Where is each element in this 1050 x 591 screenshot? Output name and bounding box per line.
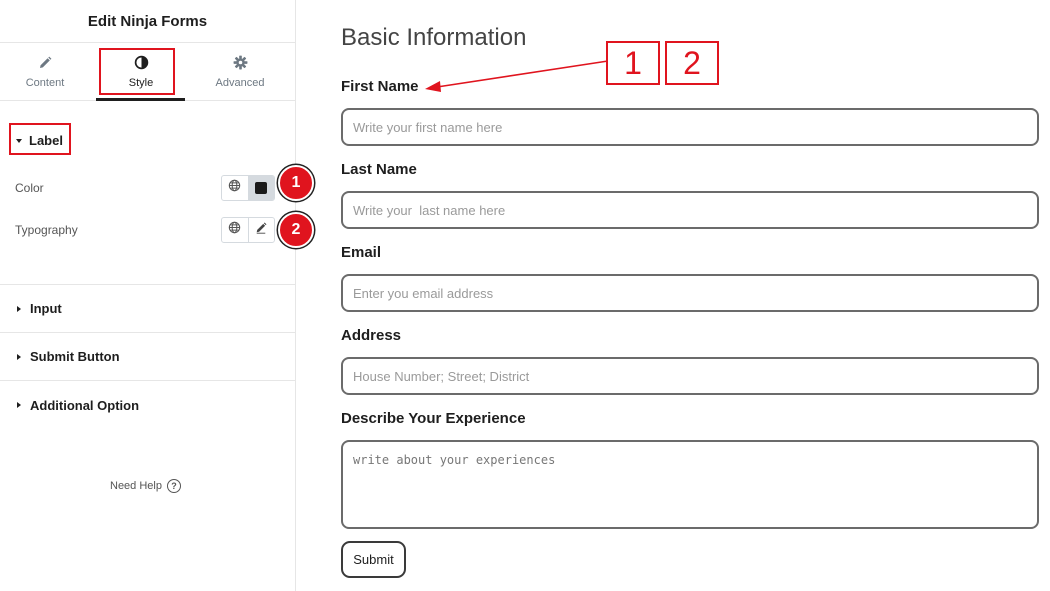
sidebar-title: Edit Ninja Forms — [87, 12, 208, 30]
collapsed-sections: Input Submit Button Additional Option — [0, 285, 295, 429]
pencil-icon — [38, 54, 52, 72]
last-name-input[interactable] — [341, 191, 1039, 229]
label-section-header[interactable]: Label — [16, 133, 63, 148]
globe-icon — [228, 179, 241, 197]
form-title: Basic Information — [341, 24, 527, 51]
caret-right-icon — [17, 402, 21, 408]
email-input[interactable] — [341, 274, 1039, 312]
experience-textarea[interactable] — [341, 440, 1039, 529]
submit-button[interactable]: Submit — [341, 541, 406, 578]
address-label: Address — [341, 327, 402, 344]
tab-content[interactable]: Content — [0, 43, 90, 99]
edit-typography-button[interactable] — [247, 218, 274, 242]
need-help-link[interactable]: Need Help ? — [110, 479, 181, 493]
caret-right-icon — [17, 353, 21, 360]
annotation-box-2: 2 — [665, 41, 719, 85]
typography-control-label: Typography — [15, 223, 78, 237]
section-additional-option[interactable]: Additional Option — [0, 381, 295, 429]
section-input-title: Input — [30, 301, 62, 316]
active-tab-indicator — [96, 98, 185, 101]
last-name-label: Last Name — [341, 161, 417, 178]
section-additional-title: Additional Option — [30, 397, 140, 413]
app-root: Edit Ninja Forms Content Style Advanced — [0, 0, 1050, 591]
global-typography-button[interactable] — [222, 218, 248, 242]
color-control — [221, 175, 275, 201]
section-submit-title: Submit Button — [30, 349, 120, 364]
annotation-box-1: 1 — [606, 41, 660, 85]
caret-right-icon — [17, 305, 21, 312]
tab-advanced-label: Advanced — [215, 76, 265, 89]
color-control-label: Color — [15, 181, 44, 195]
section-submit-button[interactable]: Submit Button — [0, 333, 295, 381]
tab-content-label: Content — [25, 76, 65, 89]
typography-control — [221, 217, 275, 243]
globe-icon — [228, 221, 241, 239]
section-input[interactable]: Input — [0, 285, 295, 333]
tab-advanced[interactable]: Advanced — [195, 43, 285, 99]
caret-down-icon — [16, 138, 22, 143]
color-picker-button[interactable] — [247, 176, 274, 200]
address-input[interactable] — [341, 357, 1039, 395]
color-swatch — [255, 182, 268, 194]
first-name-input[interactable] — [341, 108, 1039, 146]
sidebar-header: Edit Ninja Forms — [0, 0, 295, 43]
pencil-icon — [255, 221, 267, 239]
global-color-button[interactable] — [222, 176, 248, 200]
experience-label: Describe Your Experience — [341, 410, 526, 427]
style-tab-highlight — [99, 48, 175, 95]
gear-icon — [233, 54, 248, 72]
editor-sidebar: Edit Ninja Forms Content Style Advanced — [0, 0, 314, 591]
email-label: Email — [341, 244, 382, 261]
label-section-title: Label — [29, 133, 63, 148]
first-name-label: First Name — [341, 78, 419, 95]
form-preview: Basic Information 1 2 First Name Last Na… — [297, 0, 1050, 591]
question-circle-icon: ? — [166, 479, 181, 493]
need-help-label: Need Help — [110, 480, 162, 492]
